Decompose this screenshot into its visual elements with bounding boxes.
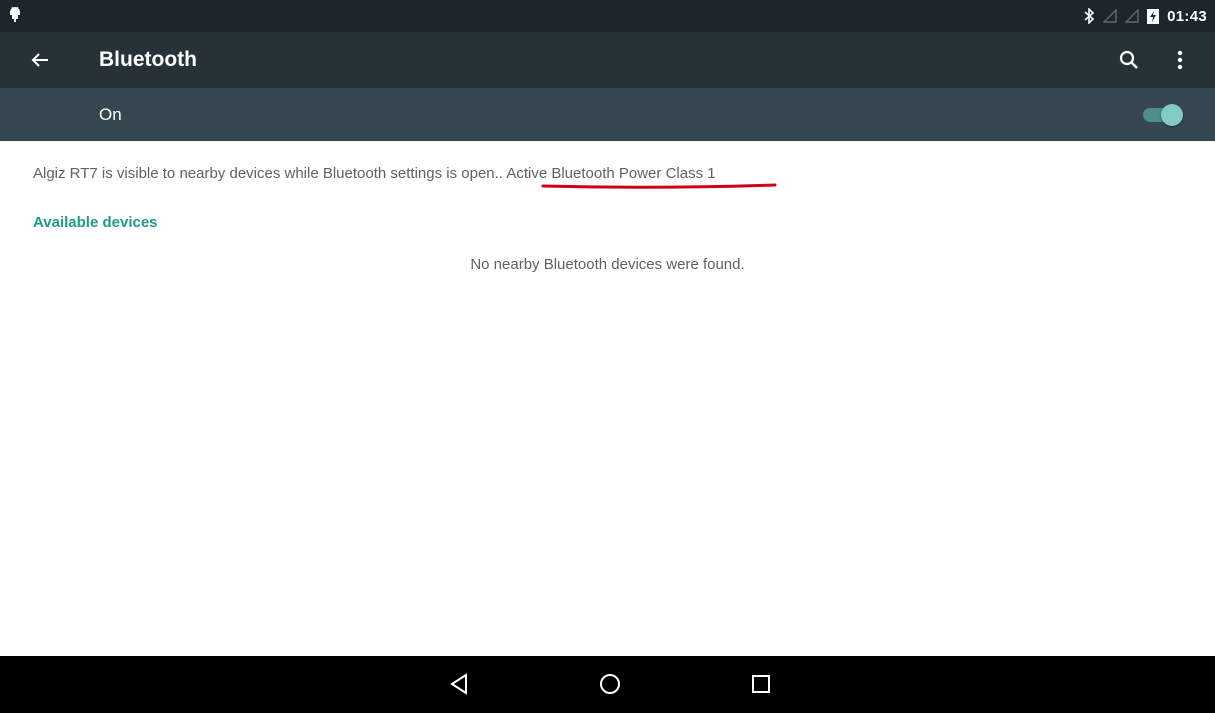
more-vert-icon[interactable] [1168,48,1192,72]
home-circle-icon[interactable] [596,670,624,698]
no-devices-message: No nearby Bluetooth devices were found. [470,256,745,273]
bluetooth-toggle-switch[interactable] [1141,104,1183,126]
toggle-thumb [1161,104,1183,126]
switch-label: On [99,105,122,124]
visibility-message: Algiz RT7 is visible to nearby devices w… [33,165,716,182]
signal-icon [1103,9,1117,23]
page-title: Bluetooth [99,48,197,71]
android-notification-icon [10,6,20,22]
bluetooth-switch-bar[interactable]: On [0,88,1215,141]
recents-square-icon[interactable] [747,670,775,698]
available-devices-header: Available devices [33,214,158,231]
signal-icon [1125,9,1139,23]
arrow-left-icon[interactable] [28,48,52,72]
status-bar: 01:43 [0,0,1215,32]
power-class-text: Active Bluetooth Power Class 1 [506,165,716,182]
bluetooth-icon [1084,8,1095,24]
search-icon[interactable] [1117,48,1141,72]
annotation-underline [541,183,777,189]
status-icons: 01:43 [1083,0,1207,32]
status-clock: 01:43 [1167,7,1207,25]
back-triangle-icon[interactable] [446,670,474,698]
battery-charging-icon [1147,9,1160,24]
visibility-text: Algiz RT7 is visible to nearby devices w… [33,165,507,182]
navigation-bar [0,656,1215,713]
toolbar: Bluetooth [0,32,1215,88]
